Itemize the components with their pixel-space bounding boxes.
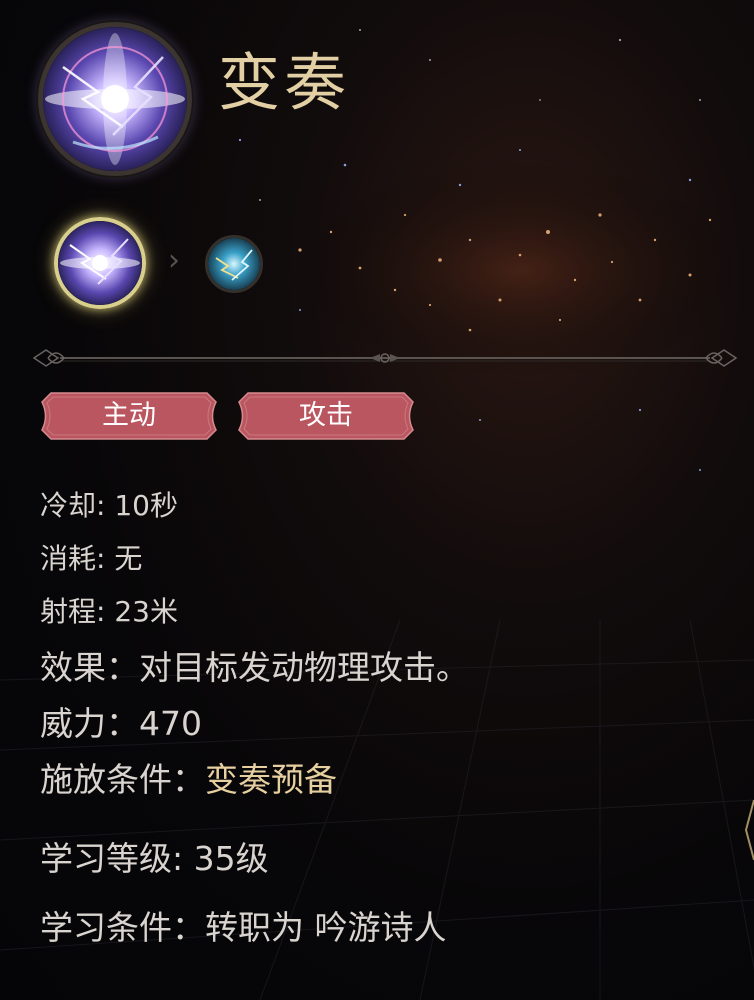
skill-title: 变奏 [218, 46, 351, 119]
stat-effect: 效果：对目标发动物理攻击。 [40, 648, 469, 687]
skill-main-icon [38, 22, 192, 176]
stat-cast-condition: 施放条件：变奏预备 [40, 753, 337, 801]
skill-chain-current[interactable] [54, 217, 146, 309]
stat-learn-requirement: 学习条件：转职为 吟游诗人 [40, 908, 447, 947]
edge-spark-decoration [744, 800, 754, 860]
tag-active-skill: 主动 [39, 390, 219, 442]
lightning-orb-icon [43, 27, 187, 171]
stat-power: 威力：470 [40, 704, 202, 743]
tag-label: 攻击 [299, 400, 353, 431]
lightning-orb-icon [58, 221, 142, 305]
cyan-orb-icon [208, 238, 260, 290]
ornate-divider [32, 349, 738, 367]
skill-chain-next[interactable] [205, 235, 263, 293]
stat-cooldown: 冷却: 10秒 [40, 489, 178, 522]
tag-attack: 攻击 [236, 390, 416, 442]
stat-range: 射程: 23米 [40, 595, 178, 628]
chevron-right-icon: › [168, 243, 180, 278]
cast-condition-label: 施放条件： [40, 760, 205, 799]
tag-label: 主动 [102, 400, 156, 431]
cast-condition-value: 变奏预备 [205, 760, 337, 799]
stat-learn-level: 学习等级: 35级 [40, 839, 269, 878]
stat-cost: 消耗: 无 [40, 542, 143, 575]
